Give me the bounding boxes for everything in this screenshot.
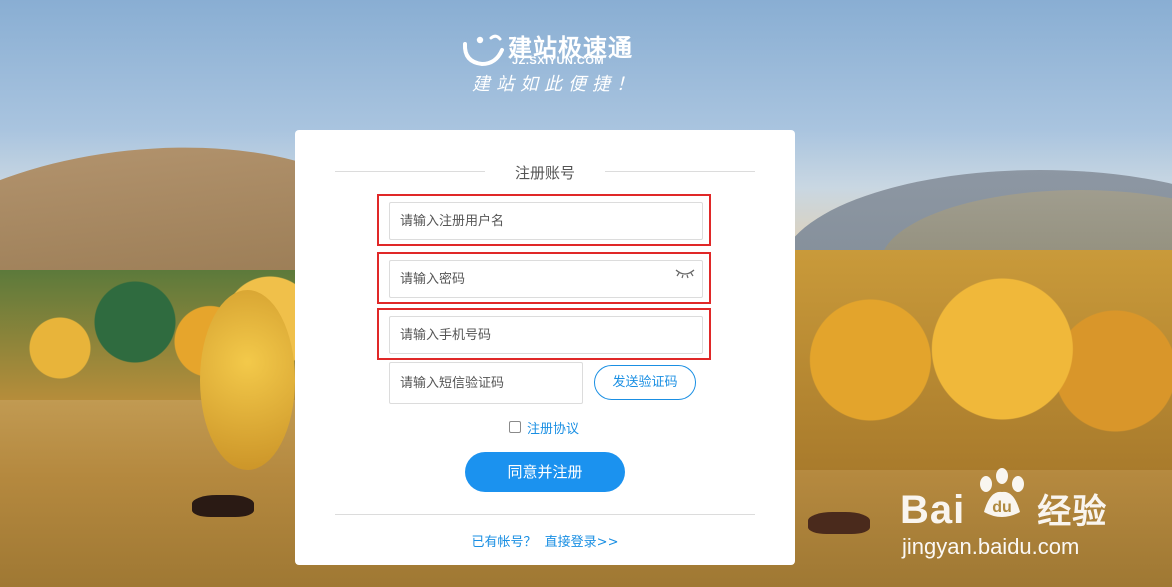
horse-right [808, 512, 870, 534]
password-highlight [377, 252, 711, 304]
username-input[interactable] [389, 202, 703, 240]
eye-closed-icon[interactable] [675, 267, 695, 279]
phone-input[interactable] [389, 316, 703, 354]
login-link[interactable]: 直接登录>> [545, 535, 619, 550]
watermark-brand: Bai 经验 [900, 484, 1107, 533]
watermark-brand-prefix: Bai [900, 488, 966, 532]
login-prompt: 已有帐号？ 直接登录>> [295, 531, 795, 550]
agreement-link[interactable]: 注册协议 [527, 418, 579, 437]
username-highlight [377, 194, 711, 246]
logo-domain: JZ.SXIYUN.COM [512, 55, 605, 67]
sms-code-input[interactable] [389, 362, 583, 404]
agreement-row: 注册协议 [509, 418, 579, 437]
password-input[interactable] [389, 260, 703, 298]
agreement-checkbox[interactable] [509, 421, 521, 433]
panel-header: 注册账号 [335, 162, 755, 182]
horse-left [192, 495, 254, 517]
forest-right [795, 250, 1172, 470]
phone-highlight [377, 308, 711, 360]
logo-slogan: 建站如此便捷！ [472, 74, 640, 95]
tree-left [200, 290, 295, 470]
footer-divider [335, 514, 755, 515]
smile-logo-icon [462, 34, 504, 67]
title-divider-right [605, 171, 755, 172]
watermark-brand-suffix: 经验 [1037, 493, 1108, 531]
register-panel: 注册账号 发送验证码 注册协议 同意并注册 已有帐号？ 直接登录>> [295, 130, 795, 565]
watermark-url: jingyan.baidu.com [902, 534, 1080, 559]
send-code-button[interactable]: 发送验证码 [594, 365, 696, 400]
panel-title: 注册账号 [514, 164, 575, 182]
baidu-jingyan-watermark: du Bai 经验 jingyan.baidu.com [900, 468, 1110, 560]
site-logo[interactable]: 建站极速通 JZ.SXIYUN.COM 建站如此便捷！ [460, 28, 640, 98]
register-button[interactable]: 同意并注册 [465, 452, 625, 492]
have-account-text: 已有帐号？ [471, 535, 537, 550]
